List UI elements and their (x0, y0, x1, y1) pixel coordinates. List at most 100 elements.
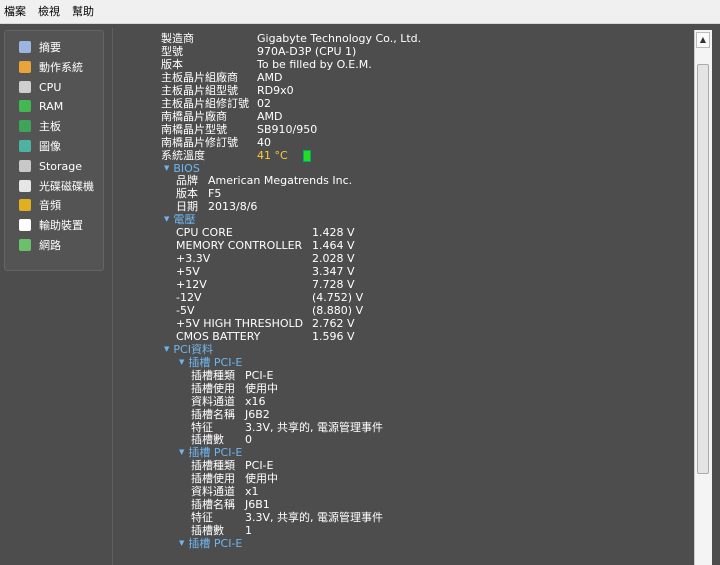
collapse-arrow-icon[interactable]: ▼ (164, 164, 169, 172)
mouse-icon (19, 219, 31, 232)
info-row: 南橋晶片修訂號 40 (114, 136, 694, 149)
info-row: 版本 F5 (114, 187, 694, 200)
section-pci-slot[interactable]: ▼ 插槽 PCI-E (179, 537, 242, 550)
info-value: SB910/950 (257, 122, 318, 136)
collapse-arrow-icon[interactable]: ▼ (164, 215, 169, 223)
collapse-arrow-icon[interactable]: ▼ (179, 358, 184, 366)
sidebar-item-network[interactable]: 網路 (19, 237, 61, 255)
info-label: 日期 (176, 200, 198, 214)
menu-view[interactable]: 檢視 (32, 0, 66, 24)
info-value: 1.428 V (312, 226, 355, 240)
info-value: PCI-E (245, 459, 274, 473)
info-row: +5V HIGH THRESHOLD 2.762 V (114, 317, 694, 330)
info-label: 主板晶片組型號 (161, 83, 238, 97)
sidebar-item-windows[interactable]: 動作系統 (19, 59, 83, 77)
info-label: 品牌 (176, 174, 198, 188)
scroll-thumb[interactable] (697, 64, 709, 474)
sidebar-item-motherboard[interactable]: 主板 (19, 118, 61, 136)
info-label: CPU CORE (176, 226, 233, 240)
info-row: 品牌 American Megatrends Inc. (114, 174, 694, 187)
menu-file[interactable]: 檔案 (0, 0, 32, 24)
sidebar-item-label: 摘要 (39, 41, 61, 54)
section-title: PCI資料 (173, 342, 213, 356)
info-row: MEMORY CONTROLLER 1.464 V (114, 239, 694, 252)
info-label: 插槽種類 (191, 368, 235, 382)
divider (112, 28, 113, 565)
info-label: 南橋晶片廠商 (161, 109, 227, 123)
sidebar-item-audio[interactable]: 音頻 (19, 197, 61, 215)
sidebar-item-label: 輸助裝置 (39, 219, 83, 233)
section-pci[interactable]: ▼ PCI資料 (164, 343, 213, 356)
sidebar-item-summary[interactable]: 摘要 (19, 39, 61, 57)
info-value: 40 (257, 135, 271, 149)
info-label: 南橋晶片型號 (161, 122, 227, 136)
sidebar-item-label: 音頻 (39, 199, 61, 213)
info-label: -5V (176, 303, 195, 317)
info-value: 2013/8/6 (208, 200, 258, 214)
sidebar-item-storage[interactable]: Storage (19, 158, 82, 176)
info-value: American Megatrends Inc. (208, 174, 353, 188)
storage-icon (19, 159, 31, 172)
info-row: CMOS BATTERY 1.596 V (114, 330, 694, 343)
temperature-indicator-icon (303, 149, 311, 162)
info-label: -12V (176, 291, 202, 304)
info-label: 系統溫度 (161, 148, 205, 162)
optical-drive-icon (19, 179, 31, 192)
info-row: +3.3V 2.028 V (114, 252, 694, 265)
info-label: 主板晶片組修訂號 (161, 96, 249, 110)
info-label: 插槽使用 (191, 472, 235, 486)
info-row: 資料通道 x1 (114, 485, 694, 498)
collapse-arrow-icon[interactable]: ▼ (164, 345, 169, 353)
section-title: 電壓 (173, 213, 196, 227)
info-value: 2.028 V (312, 252, 355, 266)
collapse-arrow-icon[interactable]: ▼ (179, 539, 184, 547)
info-label: 型號 (161, 44, 183, 58)
info-value: RD9x0 (257, 83, 294, 97)
info-row: 資料通道 x16 (114, 395, 694, 408)
info-label: +3.3V (176, 252, 211, 266)
sidebar-item-label: 網路 (39, 239, 61, 252)
info-value: 7.728 V (312, 278, 355, 292)
section-pci-slot[interactable]: ▼ 插槽 PCI-E (179, 446, 242, 459)
info-row: 主板晶片組廠商 AMD (114, 71, 694, 84)
info-label: 版本 (176, 187, 198, 201)
vertical-scrollbar[interactable]: ▲ (694, 30, 712, 565)
info-row: CPU CORE 1.428 V (114, 226, 694, 239)
sidebar-item-optical-drive[interactable]: 光碟磁碟機 (19, 178, 94, 196)
sidebar-item-label: Storage (39, 159, 83, 173)
sidebar-item-mouse[interactable]: 輸助裝置 (19, 217, 83, 235)
ram-icon (19, 100, 31, 113)
section-pci-slot[interactable]: ▼ 插槽 PCI-E (179, 356, 242, 369)
info-row: 特征 3.3V, 共享的, 電源管理事件 (114, 421, 694, 434)
menu-bar: 檔案 檢視 幫助 (0, 0, 720, 24)
motherboard-icon (19, 120, 31, 133)
info-row: 南橋晶片廠商 AMD (114, 110, 694, 123)
info-value: 3.3V, 共享的, 電源管理事件 (245, 511, 384, 525)
info-label: 插槽名稱 (191, 498, 235, 512)
info-row: 插槽種類 PCI-E (114, 459, 694, 472)
collapse-arrow-icon[interactable]: ▼ (179, 448, 184, 456)
menu-help[interactable]: 幫助 (66, 0, 100, 24)
section-voltage[interactable]: ▼ 電壓 (164, 213, 195, 226)
scroll-up-arrow-icon[interactable]: ▲ (696, 32, 710, 48)
info-value: 1 (245, 524, 252, 538)
info-value: 使用中 (245, 381, 278, 395)
info-value: 1.596 V (312, 329, 355, 343)
section-bios[interactable]: ▼ BIOS (164, 162, 200, 175)
windows-icon (19, 60, 31, 73)
info-label: 插槽數 (191, 524, 224, 538)
sidebar-item-label: 主板 (39, 120, 61, 134)
info-row: 插槽數 0 (114, 433, 694, 446)
sidebar-item-graphics[interactable]: 圖像 (19, 138, 61, 156)
info-row: 系統溫度 41 °C (114, 149, 694, 162)
sidebar-item-label: 光碟磁碟機 (39, 179, 94, 193)
summary-icon (19, 41, 31, 53)
info-row: 主板晶片組型號 RD9x0 (114, 84, 694, 97)
info-value: AMD (257, 70, 283, 84)
sidebar-item-ram[interactable]: RAM (19, 98, 63, 116)
info-row: 南橋晶片型號 SB910/950 (114, 123, 694, 136)
info-row: +5V 3.347 V (114, 265, 694, 278)
sidebar-item-cpu[interactable]: CPU (19, 79, 61, 97)
details-panel: 製造商 Gigabyte Technology Co., Ltd. 型號 970A-D… (114, 28, 694, 565)
info-label: 製造商 (161, 32, 194, 45)
